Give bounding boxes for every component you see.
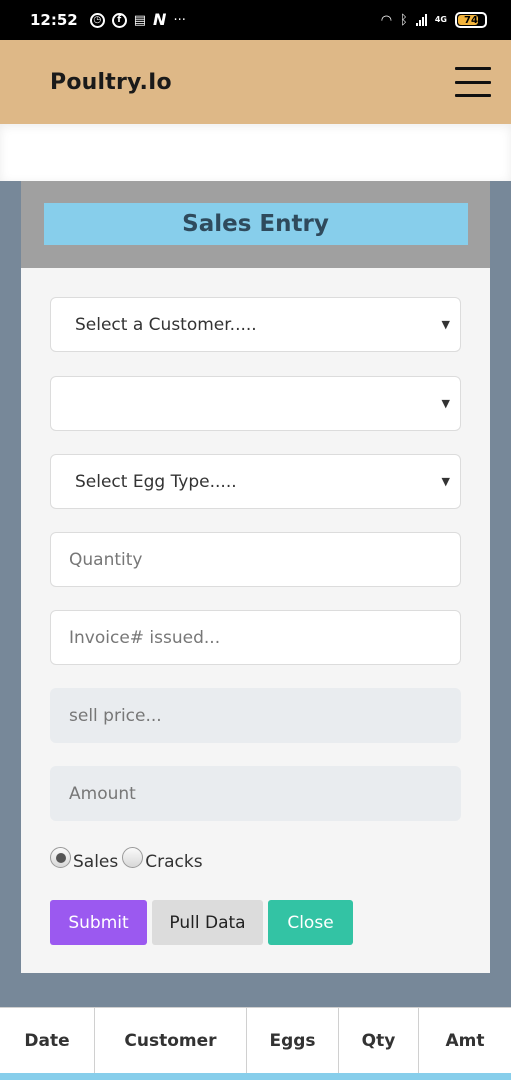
facebook-icon: f <box>111 12 127 28</box>
menu-icon[interactable] <box>455 67 491 97</box>
invoice-placeholder: Invoice# issued... <box>69 627 221 648</box>
sales-entry-modal: Sales Entry Select a Customer..... ▼ ▼ S… <box>21 181 490 973</box>
amount-input[interactable]: Amount <box>50 766 461 821</box>
status-bar: 12:52 ◷ f ▤ N ··· ◠ ᛒ 4G 74 <box>0 0 511 40</box>
column-header-eggs[interactable]: Eggs <box>247 1008 339 1073</box>
alarm-icon: ◷ <box>89 12 105 28</box>
app-header: Poultry.Io <box>0 40 511 124</box>
news-icon: ▤ <box>133 12 147 28</box>
radio-sales-label[interactable]: Sales <box>73 852 118 872</box>
battery-level: 74 <box>464 14 478 26</box>
customer-select-value: Select a Customer..... <box>75 314 257 335</box>
radio-sales[interactable] <box>50 847 71 868</box>
column-header-qty[interactable]: Qty <box>339 1008 419 1073</box>
status-time: 12:52 <box>30 11 78 29</box>
app-n-icon: N <box>153 10 167 29</box>
page-spacer <box>0 124 511 181</box>
wifi-icon: ◠ <box>380 12 393 28</box>
more-notifications-icon: ··· <box>173 12 186 28</box>
quantity-placeholder: Quantity <box>69 549 143 570</box>
battery-icon: 74 <box>455 12 487 28</box>
egg-type-select-value: Select Egg Type..... <box>75 471 237 492</box>
chevron-down-icon: ▼ <box>441 397 450 410</box>
sales-table-header: Date Customer Eggs Qty Amt <box>0 1007 511 1073</box>
status-notifications: ◷ f ▤ N ··· <box>89 10 186 29</box>
amount-placeholder: Amount <box>69 783 136 804</box>
network-type: 4G <box>434 15 447 24</box>
modal-header: Sales Entry <box>21 181 490 268</box>
secondary-select[interactable]: ▼ <box>50 376 461 431</box>
table-row-strip <box>0 1073 511 1080</box>
bluetooth-icon: ᛒ <box>400 12 408 28</box>
pull-data-button[interactable]: Pull Data <box>152 900 263 945</box>
egg-type-select[interactable]: Select Egg Type..... ▼ <box>50 454 461 509</box>
sell-price-placeholder: sell price... <box>69 705 162 726</box>
brand-logo[interactable]: Poultry.Io <box>50 70 172 95</box>
quantity-input[interactable]: Quantity <box>50 532 461 587</box>
column-header-date[interactable]: Date <box>0 1008 95 1073</box>
entry-type-radio-group: Sales Cracks <box>50 847 207 872</box>
column-header-amt[interactable]: Amt <box>419 1008 511 1073</box>
close-button[interactable]: Close <box>268 900 353 945</box>
invoice-input[interactable]: Invoice# issued... <box>50 610 461 665</box>
column-header-customer[interactable]: Customer <box>95 1008 247 1073</box>
chevron-down-icon: ▼ <box>441 475 450 488</box>
status-system: ◠ ᛒ 4G 74 <box>381 12 487 28</box>
chevron-down-icon: ▼ <box>441 318 450 331</box>
modal-title: Sales Entry <box>43 203 468 245</box>
customer-select[interactable]: Select a Customer..... ▼ <box>50 297 461 352</box>
radio-cracks[interactable] <box>122 847 144 868</box>
sell-price-input[interactable]: sell price... <box>50 688 461 743</box>
submit-button[interactable]: Submit <box>50 900 147 945</box>
signal-icon <box>415 14 427 26</box>
radio-cracks-label[interactable]: Cracks <box>145 852 202 872</box>
